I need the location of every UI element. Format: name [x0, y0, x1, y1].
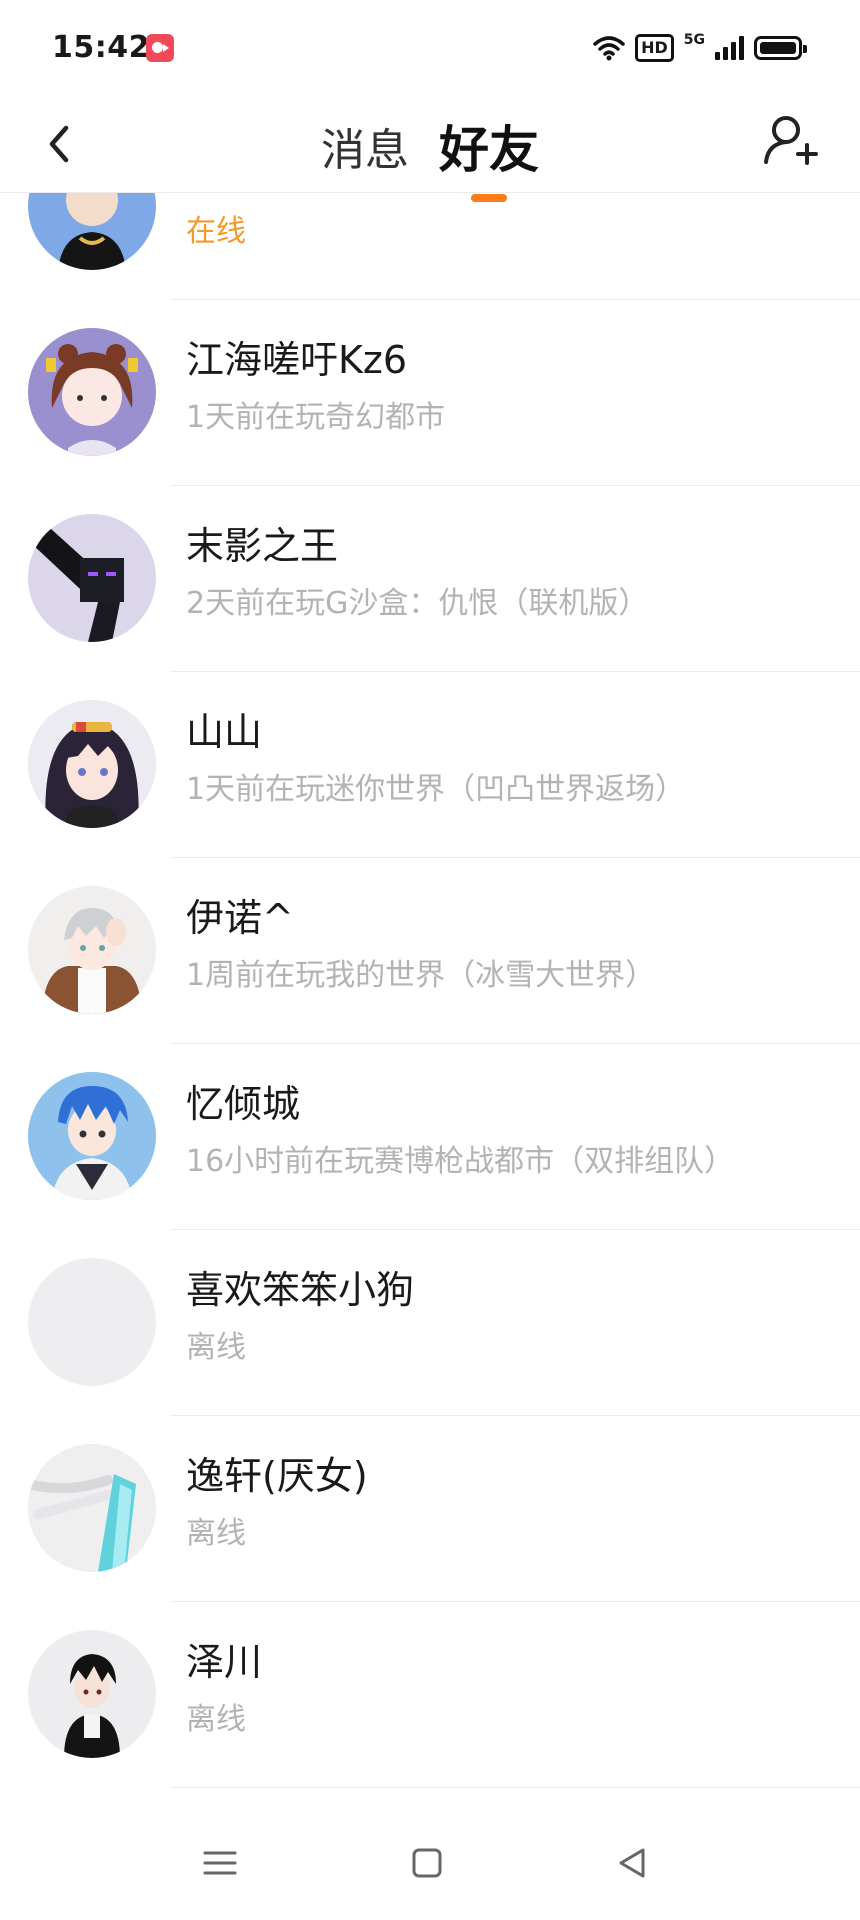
menu-button[interactable]	[190, 1833, 250, 1893]
signal-icon	[715, 36, 744, 60]
status-bar: 15:42 HD 5G	[0, 0, 860, 100]
friend-status: 16小时前在玩赛博枪战都市（双排组队）	[186, 1144, 735, 1179]
avatar[interactable]	[28, 328, 156, 456]
add-friend-icon	[764, 116, 818, 165]
friend-status: 在线	[186, 214, 246, 249]
friend-info: 泽川 离线	[186, 1638, 840, 1740]
friend-info: 皮卡丘在线	[186, 193, 840, 252]
add-friend-button[interactable]	[758, 108, 824, 174]
avatar[interactable]	[28, 1630, 156, 1758]
friend-row[interactable]: 泽川 离线	[0, 1602, 860, 1788]
avatar[interactable]	[28, 1072, 156, 1200]
friend-row[interactable]: 江海嗟吁Kz6 1天前在玩奇幻都市	[0, 300, 860, 486]
friend-row[interactable]: 逸轩(厌女) 离线	[0, 1416, 860, 1602]
friend-name: 忆倾城	[186, 1082, 301, 1126]
friend-list[interactable]: 皮卡丘在线江海嗟吁Kz6 1天前在玩奇幻都市末影之王 2天前在玩G沙盒：仇恨（联机版…	[0, 193, 860, 1813]
friend-info: 江海嗟吁Kz6 1天前在玩奇幻都市	[186, 336, 840, 438]
tab-friends[interactable]: 好友	[439, 110, 539, 202]
battery-icon	[754, 36, 807, 60]
avatar[interactable]	[28, 514, 156, 642]
menu-icon	[203, 1851, 237, 1875]
friend-name: 喜欢笨笨小狗	[186, 1268, 415, 1312]
friend-info: 忆倾城 16小时前在玩赛博枪战都市（双排组队）	[186, 1080, 840, 1182]
system-back-button[interactable]	[603, 1833, 663, 1893]
friend-row[interactable]: 伊诺^ 1周前在玩我的世界（冰雪大世界）	[0, 858, 860, 1044]
avatar[interactable]	[28, 1258, 156, 1386]
tab-friends-label: 好友	[439, 121, 539, 179]
friend-row[interactable]: 忆倾城 16小时前在玩赛博枪战都市（双排组队）	[0, 1044, 860, 1230]
friend-info: 喜欢笨笨小狗 离线	[186, 1266, 840, 1368]
friend-status: 离线	[186, 1702, 246, 1737]
friend-row[interactable]: 末影之王 2天前在玩G沙盒：仇恨（联机版）	[0, 486, 860, 672]
avatar[interactable]	[28, 1444, 156, 1572]
avatar[interactable]	[28, 886, 156, 1014]
home-icon	[412, 1848, 442, 1878]
active-tab-indicator	[471, 194, 507, 202]
friend-name: 皮卡丘	[186, 193, 840, 198]
friend-name: 江海嗟吁Kz6	[186, 338, 408, 382]
friend-row[interactable]: 喜欢笨笨小狗 离线	[0, 1230, 860, 1416]
friend-name: 末影之王	[186, 524, 339, 568]
screen-record-icon	[146, 34, 174, 62]
friend-status: 1天前在玩迷你世界（凹凸世界返场）	[186, 772, 686, 807]
top-header: 消息 好友	[0, 100, 860, 202]
friend-name: 逸轩(厌女)	[186, 1454, 368, 1498]
friend-status: 离线	[186, 1516, 246, 1551]
friend-row[interactable]: 山山 1天前在玩迷你世界（凹凸世界返场）	[0, 672, 860, 858]
wifi-icon	[593, 36, 625, 61]
friend-info: 末影之王 2天前在玩G沙盒：仇恨（联机版）	[186, 522, 840, 624]
status-icons: HD 5G	[593, 30, 807, 66]
friend-name: 山山	[186, 710, 263, 754]
friend-name: 伊诺^	[186, 896, 294, 940]
hd-icon: HD	[635, 34, 674, 62]
home-button[interactable]	[397, 1833, 457, 1893]
friend-info: 伊诺^ 1周前在玩我的世界（冰雪大世界）	[186, 894, 840, 996]
friend-status: 2天前在玩G沙盒：仇恨（联机版）	[186, 586, 649, 621]
friend-name: 泽川	[186, 1640, 263, 1684]
friend-status: 离线	[186, 1330, 246, 1365]
friend-row[interactable]: 皮卡丘在线	[0, 193, 860, 300]
avatar[interactable]	[28, 193, 156, 270]
status-time: 15:42	[52, 30, 150, 65]
system-nav-bar	[0, 1813, 860, 1920]
friend-info: 逸轩(厌女) 离线	[186, 1452, 840, 1554]
tab-bar: 消息 好友	[0, 100, 860, 202]
friend-status: 1周前在玩我的世界（冰雪大世界）	[186, 958, 656, 993]
avatar[interactable]	[28, 700, 156, 828]
back-icon	[619, 1848, 645, 1878]
friend-info: 山山 1天前在玩迷你世界（凹凸世界返场）	[186, 708, 840, 810]
row-divider	[170, 1787, 860, 1788]
tab-messages[interactable]: 消息	[321, 114, 409, 178]
friend-status: 1天前在玩奇幻都市	[186, 400, 446, 435]
network-type-label: 5G	[683, 32, 705, 48]
